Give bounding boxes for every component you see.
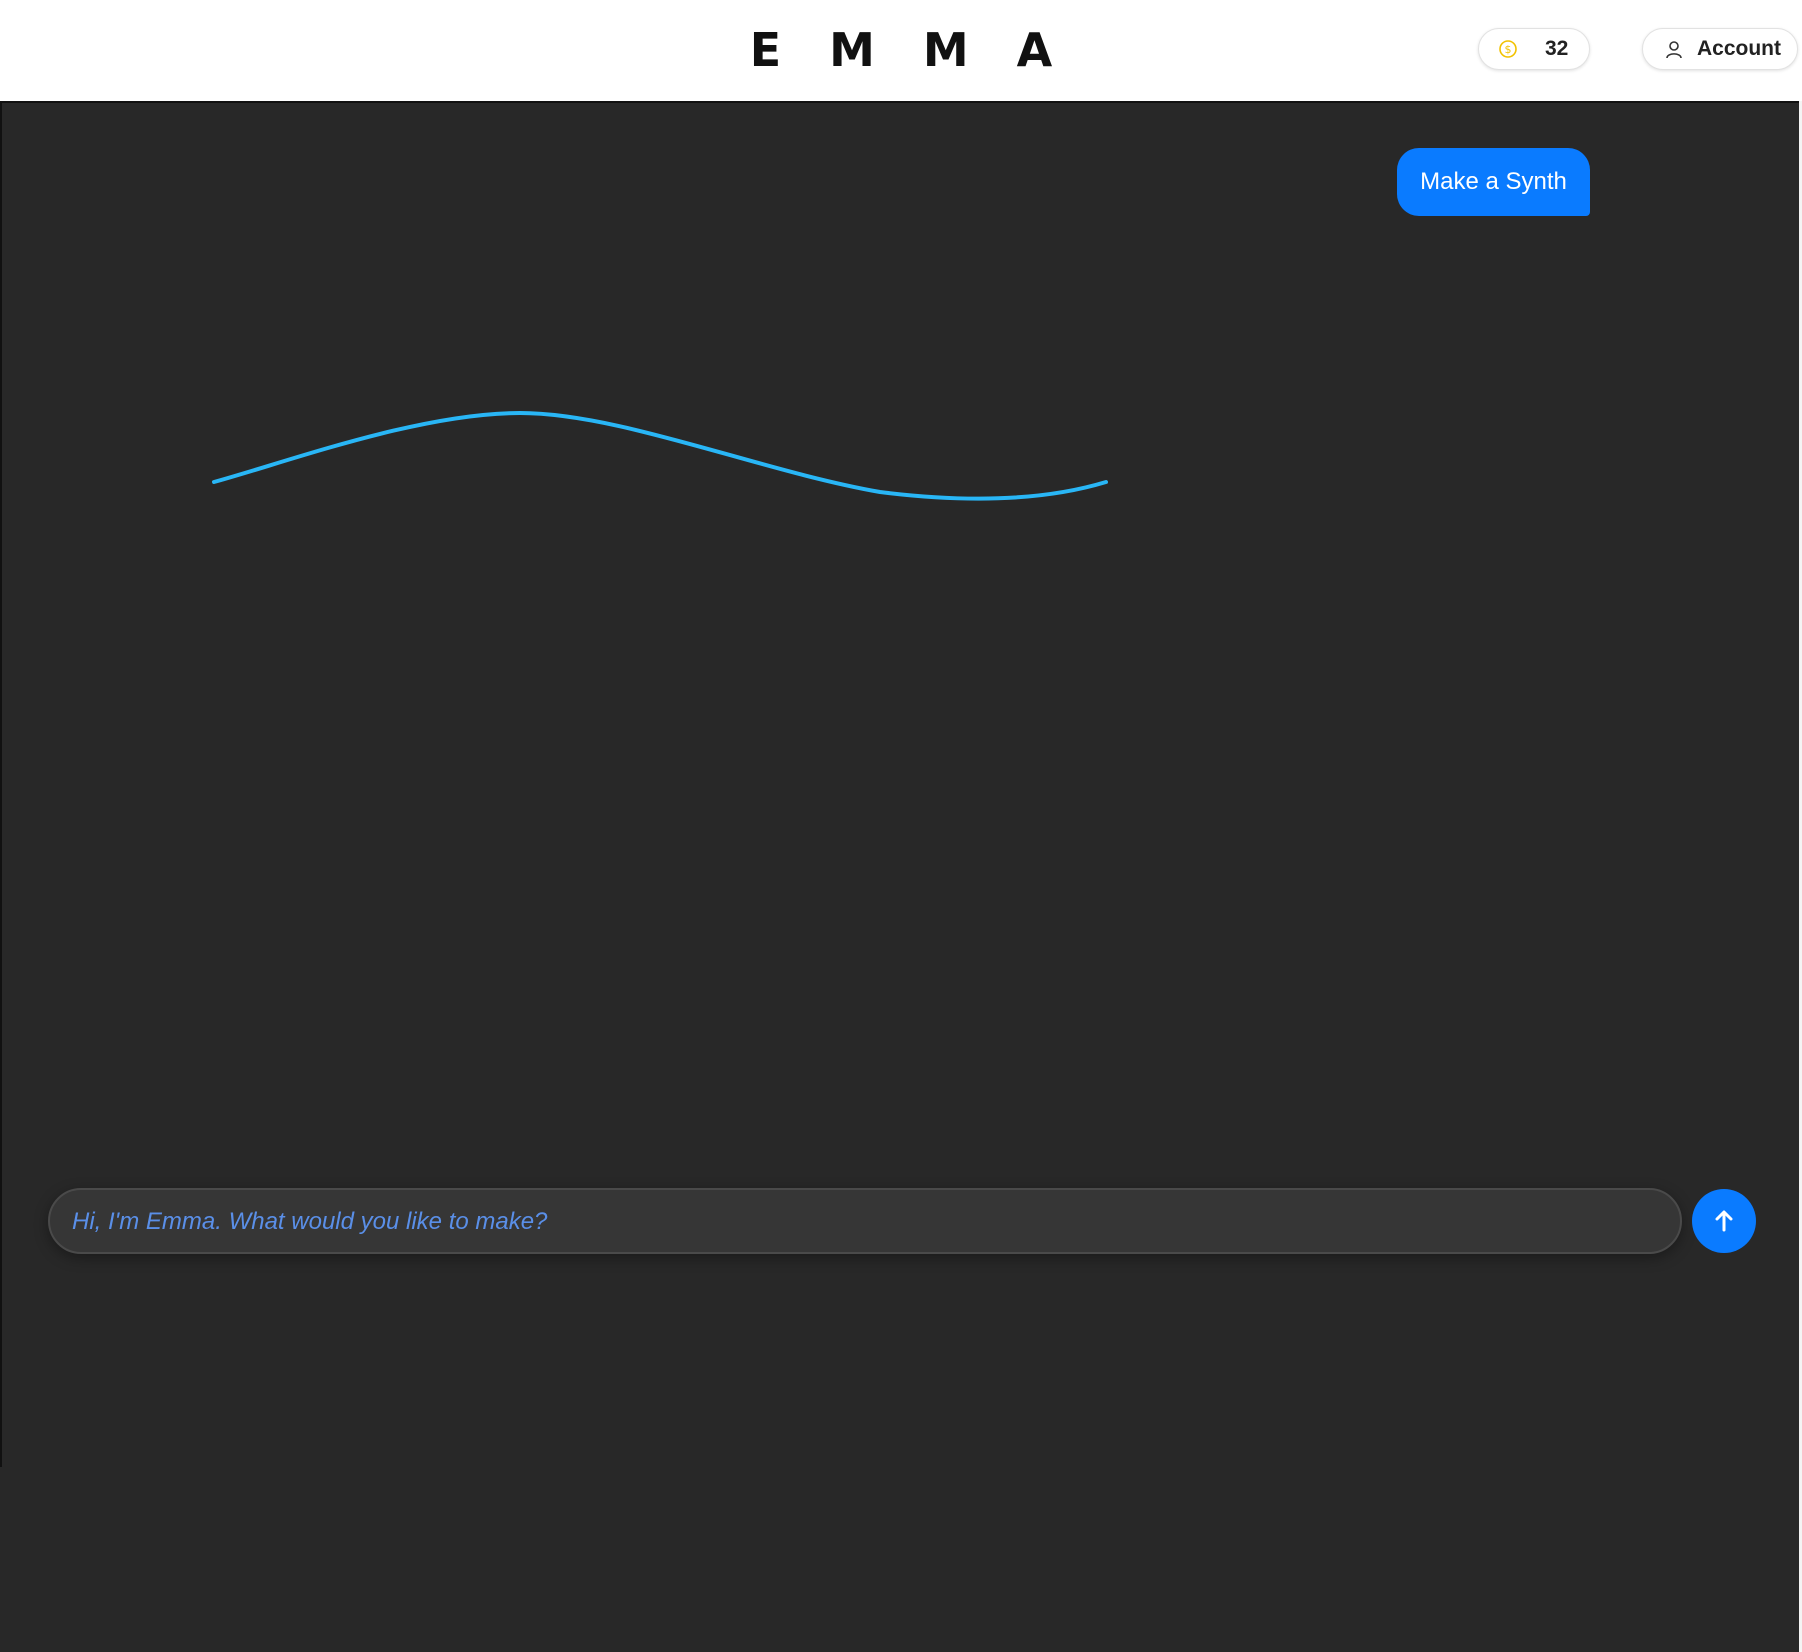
svg-text:$: $: [1505, 43, 1512, 56]
send-button[interactable]: [1692, 1189, 1756, 1253]
user-icon: [1665, 40, 1683, 59]
sine-wave-icon: [212, 410, 1108, 501]
message-input[interactable]: [70, 1190, 1654, 1254]
credits-badge[interactable]: $ 32: [1478, 28, 1590, 70]
credits-count: 32: [1545, 37, 1569, 60]
composer: [48, 1188, 1682, 1254]
account-label: Account: [1697, 37, 1781, 60]
top-bar: EMMA $ 32 Account: [0, 0, 1802, 101]
user-message-bubble: Make a Synth: [1397, 148, 1590, 216]
account-button[interactable]: Account: [1642, 28, 1798, 70]
coin-icon: $: [1499, 40, 1517, 58]
arrow-up-icon: [1715, 1210, 1733, 1232]
